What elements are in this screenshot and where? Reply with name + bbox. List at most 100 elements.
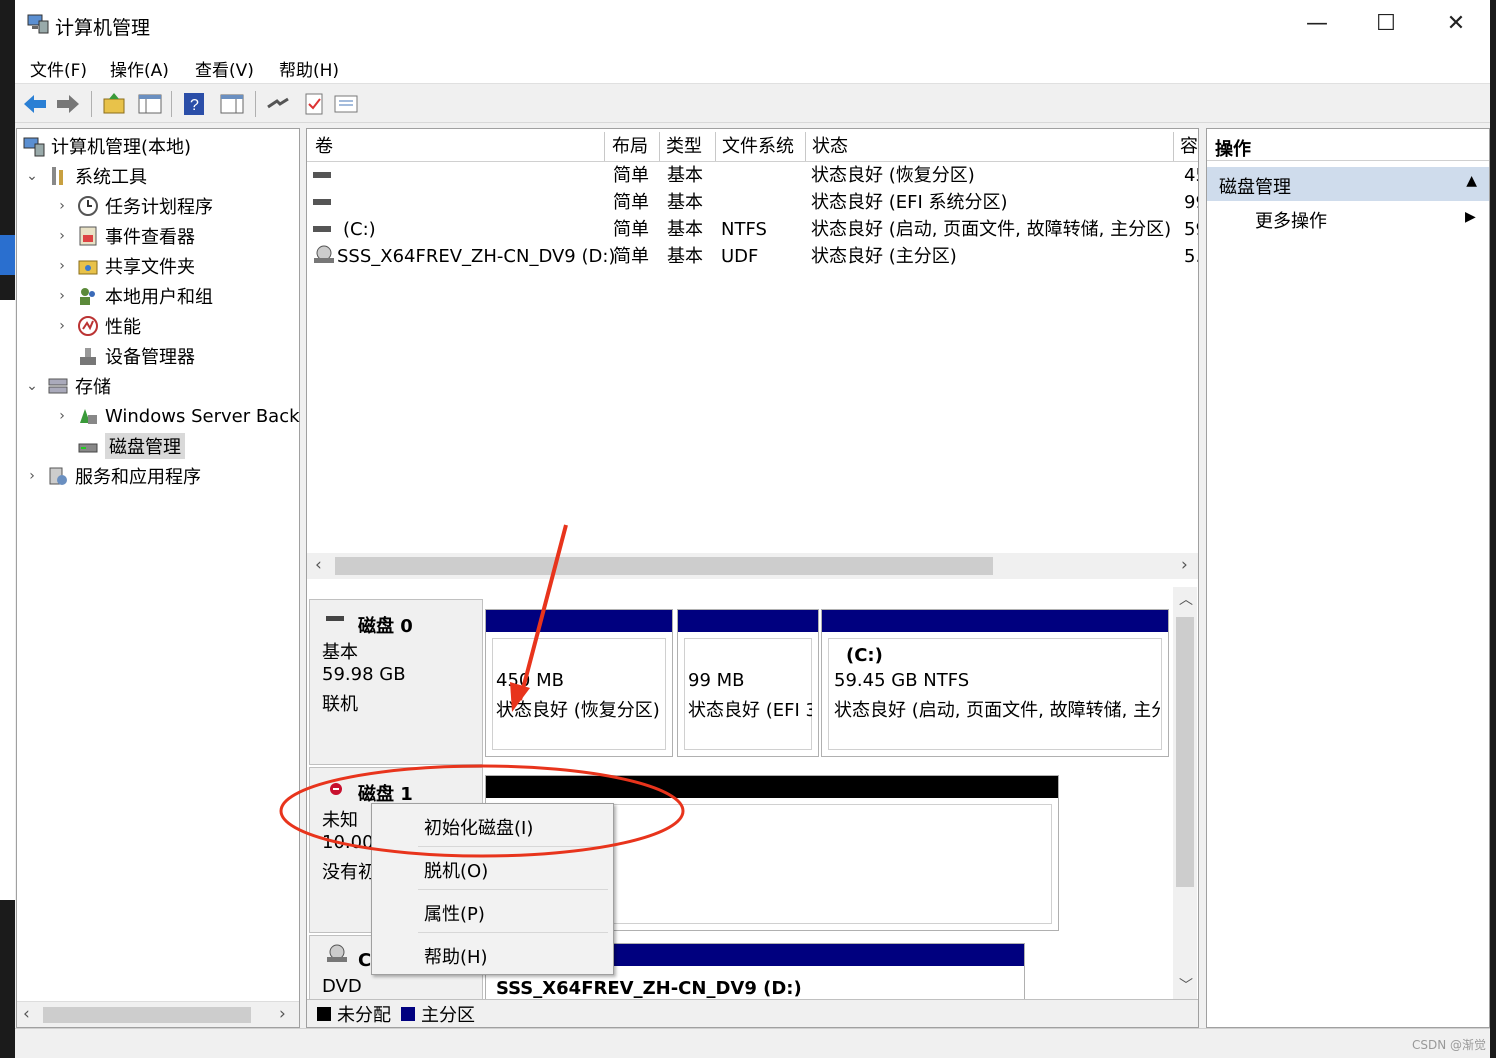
tree-task-scheduler[interactable]: › 任务计划程序 (53, 192, 213, 220)
actions-section-label: 磁盘管理 (1219, 177, 1291, 198)
col-header-capacity[interactable]: 容 (1174, 132, 1198, 161)
disk0-type: 基本 (322, 642, 358, 663)
tree-services-apps[interactable]: › 服务和应用程序 (23, 462, 201, 490)
tree-performance[interactable]: › 性能 (53, 312, 141, 340)
menu-file[interactable]: 文件(F) (30, 56, 87, 81)
tree-disk-management[interactable]: 磁盘管理 (77, 432, 185, 460)
drive-icon (313, 226, 331, 232)
col-header-status[interactable]: 状态 (806, 132, 1174, 161)
col-header-layout[interactable]: 布局 (606, 132, 660, 161)
chevron-down-icon[interactable]: ⌄ (23, 378, 41, 394)
ctx-help[interactable]: 帮助(H) (424, 943, 488, 969)
services-icon (49, 467, 67, 485)
menu-help[interactable]: 帮助(H) (279, 56, 339, 81)
connect-icon[interactable] (265, 91, 291, 117)
disk-scroll-thumb[interactable] (1176, 617, 1194, 887)
partition-label: (C:) (846, 645, 883, 666)
disk-error-icon (330, 783, 342, 795)
tree-scroll-thumb[interactable] (43, 1007, 251, 1023)
disk0-size: 59.98 GB (322, 664, 406, 685)
unallocated-swatch (317, 1006, 331, 1021)
chevron-right-icon[interactable]: › (53, 228, 71, 244)
disk0-partition-c[interactable]: (C:) 59.45 GB NTFS 状态良好 (启动, 页面文件, 故障转储,… (821, 609, 1169, 757)
ctx-offline[interactable]: 脱机(O) (424, 857, 488, 883)
scroll-up-icon[interactable]: ︿ (1179, 589, 1193, 609)
row-status: 状态良好 (启动, 页面文件, 故障转储, 主分区) (811, 219, 1172, 240)
tools-icon (52, 167, 63, 185)
col-header-volume[interactable]: 卷 (309, 132, 605, 161)
scroll-left-icon[interactable]: ‹ (23, 1004, 30, 1024)
chevron-right-icon[interactable]: › (53, 288, 71, 304)
toolbar: ? (15, 85, 1490, 123)
minimize-button[interactable]: — (1294, 8, 1340, 40)
volume-horizontal-scrollbar[interactable]: ‹ › (307, 553, 1198, 579)
scroll-down-icon[interactable]: ﹀ (1179, 975, 1193, 995)
volume-scroll-thumb[interactable] (335, 557, 993, 575)
cd-drive-icon (327, 944, 347, 962)
show-hide-action-pane-icon[interactable] (219, 91, 245, 117)
chevron-right-icon[interactable]: › (53, 198, 71, 214)
menu-view[interactable]: 查看(V) (195, 56, 254, 81)
scroll-left-icon[interactable]: ‹ (315, 555, 322, 575)
chevron-right-icon[interactable]: › (53, 258, 71, 274)
col-header-filesystem[interactable]: 文件系统 (716, 132, 806, 161)
tree-shared-folders[interactable]: › 共享文件夹 (53, 252, 195, 280)
tree-wsb-label: Windows Server Back (105, 405, 300, 427)
disk-vertical-scrollbar[interactable]: ︿ ﹀ (1173, 587, 1197, 999)
up-folder-icon[interactable] (101, 91, 127, 117)
ctx-properties[interactable]: 属性(P) (424, 900, 485, 926)
partition-size: 450 MB (496, 670, 564, 691)
help-icon[interactable]: ? (181, 91, 207, 117)
svg-text:?: ? (190, 97, 199, 114)
maximize-button[interactable]: ☐ (1363, 8, 1409, 40)
tree-local-users[interactable]: › 本地用户和组 (53, 282, 213, 310)
cd-drive-icon (314, 245, 334, 263)
actions-section-disk-management[interactable]: 磁盘管理 ▲ (1207, 167, 1489, 201)
clock-icon (78, 196, 98, 216)
row-volume: (C:) (343, 219, 376, 240)
watermark: CSDN @渐觉 (1412, 1038, 1487, 1052)
legend: 未分配 主分区 (307, 999, 1198, 1027)
collapse-up-icon[interactable]: ▲ (1466, 173, 1477, 189)
tree-root[interactable]: 计算机管理(本地) (23, 132, 191, 160)
row-layout: 简单 (613, 192, 649, 213)
disk0-info[interactable]: 磁盘 0 基本 59.98 GB 联机 (309, 599, 483, 765)
back-arrow-icon[interactable] (22, 91, 48, 117)
chevron-right-icon[interactable]: › (53, 408, 71, 424)
legend-unallocated: 未分配 (337, 1004, 391, 1026)
disk0-partition-recovery[interactable]: 450 MB 状态良好 (恢复分区) (485, 609, 673, 757)
disk0-partition-efi[interactable]: 99 MB 状态良好 (EFI 3 (677, 609, 819, 757)
tree-windows-server-backup[interactable]: › Windows Server Back (53, 402, 300, 430)
submenu-arrow-icon: ▶ (1465, 209, 1476, 225)
actions-pane: 操作 磁盘管理 ▲ 更多操作 ▶ (1206, 128, 1490, 1028)
row-layout: 简单 (613, 219, 649, 240)
disk1-type: 未知 (322, 810, 358, 831)
tree-horizontal-scrollbar[interactable]: ‹ › (17, 1001, 299, 1027)
col-header-type[interactable]: 类型 (660, 132, 716, 161)
properties-list-icon[interactable] (333, 91, 359, 117)
checklist-icon[interactable] (301, 91, 327, 117)
chevron-down-icon[interactable]: ⌄ (23, 168, 41, 184)
close-button[interactable]: ✕ (1433, 8, 1479, 40)
tree-root-label: 计算机管理(本地) (51, 137, 192, 158)
forward-arrow-icon[interactable] (55, 91, 81, 117)
chevron-right-icon[interactable]: › (23, 468, 41, 484)
row-layout: 简单 (613, 246, 649, 267)
ctx-initialize-disk[interactable]: 初始化磁盘(I) (424, 814, 533, 840)
computer-icon (23, 137, 45, 157)
scroll-right-icon[interactable]: › (1181, 555, 1188, 575)
tree-event-viewer[interactable]: › 事件查看器 (53, 222, 195, 250)
tree-device-manager[interactable]: 设备管理器 (77, 342, 195, 370)
actions-more[interactable]: 更多操作 (1255, 207, 1327, 233)
tree-storage[interactable]: ⌄ 存储 (23, 372, 111, 400)
row-fs: UDF (721, 246, 759, 267)
row-capacity: 45 (1184, 165, 1198, 186)
tree-system-tools[interactable]: ⌄ 系统工具 (23, 162, 147, 190)
menu-action[interactable]: 操作(A) (110, 56, 169, 81)
chevron-right-icon[interactable]: › (53, 318, 71, 334)
show-hide-tree-icon[interactable] (137, 91, 163, 117)
computer-management-window: 计算机管理 — ☐ ✕ 文件(F) 操作(A) 查看(V) 帮助(H) ? 计算… (0, 0, 1496, 1058)
tree-shared-folders-label: 共享文件夹 (105, 257, 195, 278)
scroll-right-icon[interactable]: › (279, 1004, 286, 1024)
tree-event-viewer-label: 事件查看器 (105, 227, 195, 248)
